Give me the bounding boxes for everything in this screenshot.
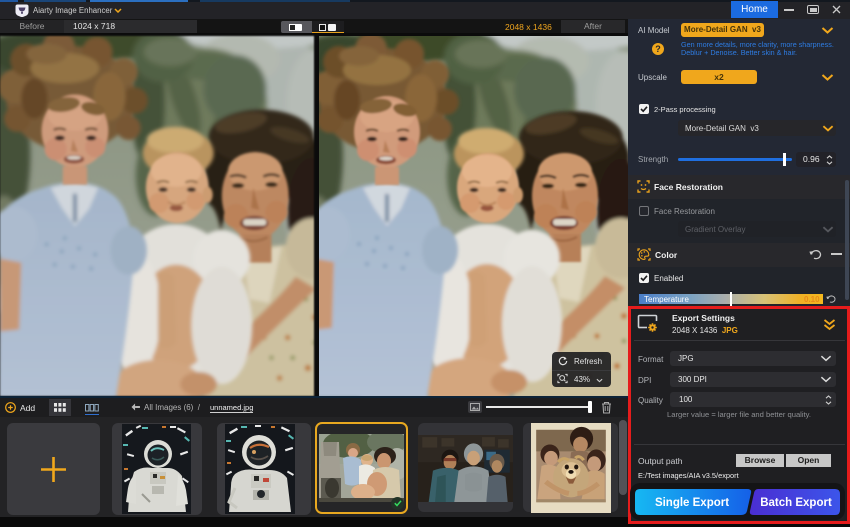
svg-text:Single Export: Single Export xyxy=(655,497,729,509)
svg-text:Batch Export: Batch Export xyxy=(760,497,832,509)
